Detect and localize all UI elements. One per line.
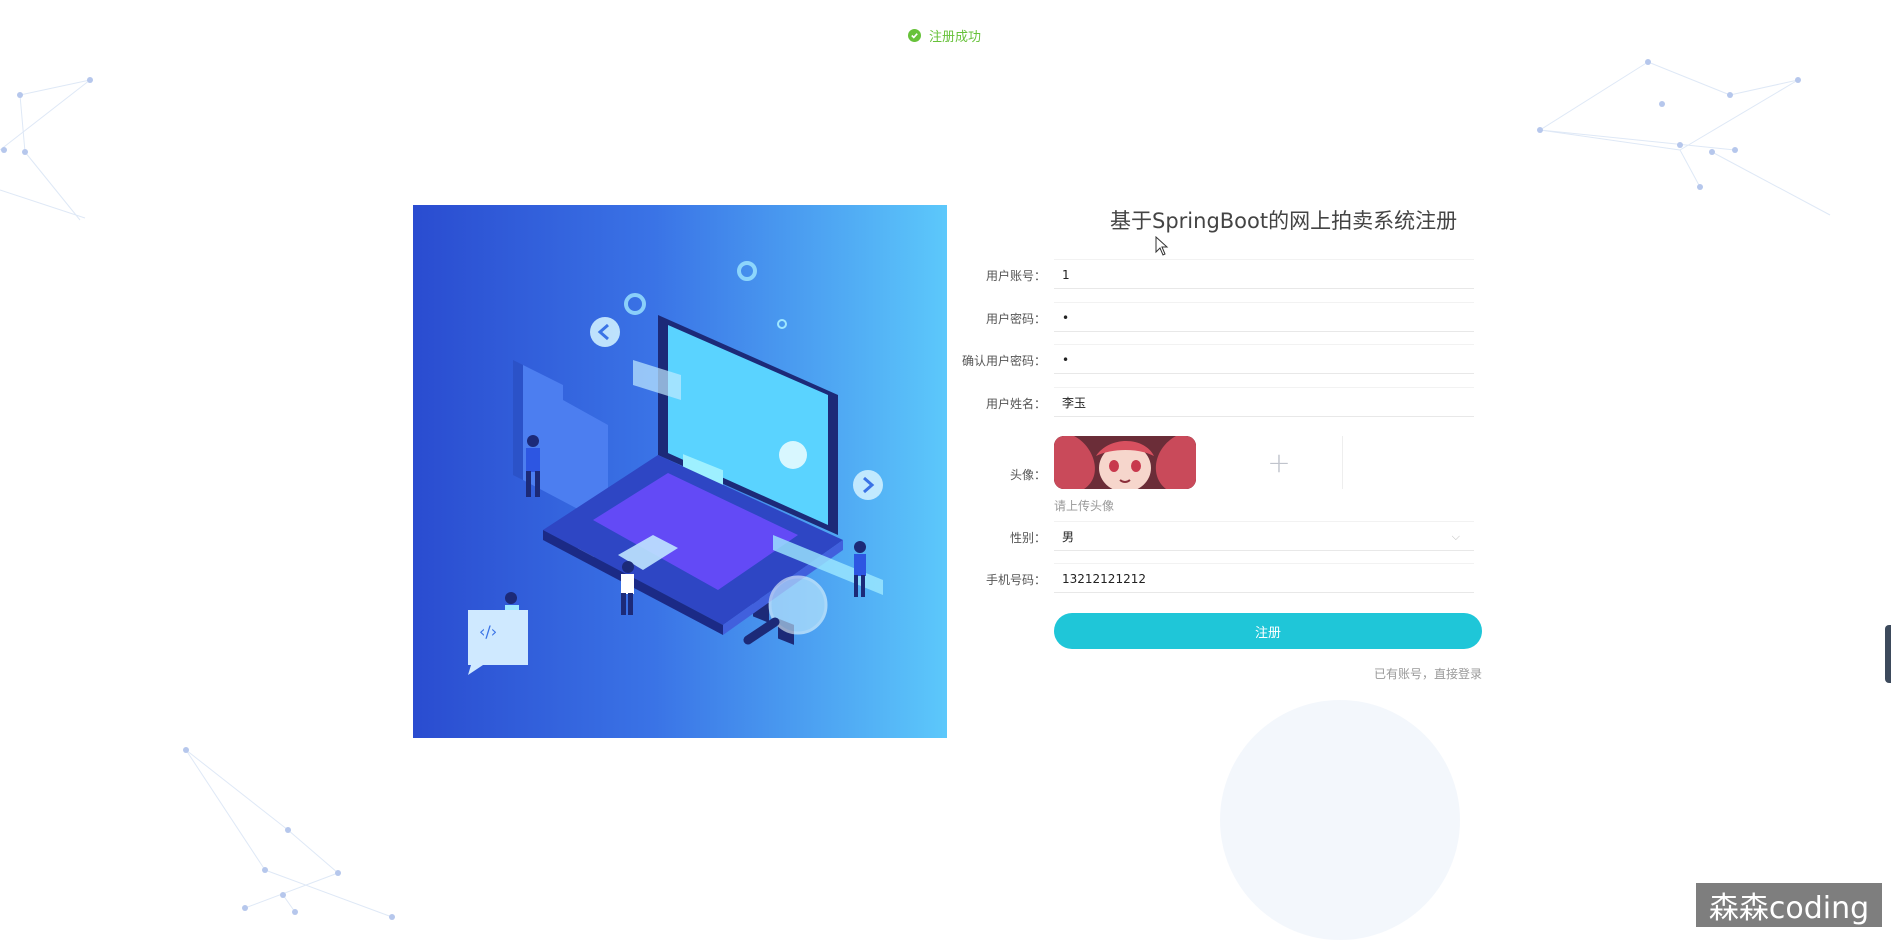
confirm-password-row: 确认用户密码： •	[950, 344, 1485, 376]
gender-row: 性别： 男 ⌵	[950, 521, 1485, 553]
chevron-down-icon: ⌵	[1451, 530, 1460, 543]
name-label: 用户姓名：	[985, 397, 1046, 411]
account-row: 用户账号： 1	[950, 259, 1485, 291]
side-tab[interactable]	[1885, 625, 1891, 683]
gender-value: 男	[1062, 530, 1075, 544]
avatar-upload-button[interactable]: +	[1216, 436, 1343, 489]
gender-select[interactable]: 男 ⌵	[1054, 521, 1474, 551]
phone-input[interactable]: 13212121212	[1054, 563, 1474, 593]
plus-icon: +	[1267, 446, 1291, 479]
login-link[interactable]: 已有账号，直接登录	[1374, 665, 1482, 682]
watermark: 森森coding	[1696, 883, 1882, 927]
password-row: 用户密码： •	[950, 302, 1485, 334]
register-illustration: ‹/›	[413, 205, 947, 738]
avatar-preview[interactable]	[1054, 436, 1196, 489]
avatar-label: 头像：	[1009, 468, 1046, 482]
mouse-cursor-icon	[1155, 236, 1169, 256]
page-title: 基于SpringBoot的网上拍卖系统注册	[1110, 209, 1458, 233]
account-label: 用户账号：	[985, 269, 1046, 283]
name-row: 用户姓名： 李玉	[950, 387, 1485, 419]
register-button[interactable]: 注册	[1054, 613, 1482, 649]
account-input[interactable]: 1	[1054, 259, 1474, 289]
avatar-hint: 请上传头像	[1054, 499, 1115, 513]
svg-text:‹/›: ‹/›	[479, 622, 497, 641]
confirm-password-label: 确认用户密码：	[961, 354, 1046, 368]
password-label: 用户密码：	[985, 312, 1046, 326]
phone-label: 手机号码：	[985, 573, 1046, 587]
confirm-password-input[interactable]: •	[1054, 344, 1474, 374]
gender-label: 性别：	[1009, 531, 1046, 545]
check-circle-icon	[908, 29, 921, 42]
name-input[interactable]: 李玉	[1054, 387, 1474, 417]
success-toast: 注册成功	[908, 26, 981, 45]
password-input[interactable]: •	[1054, 302, 1474, 332]
toast-message: 注册成功	[929, 30, 982, 45]
avatar-row: 头像： +	[950, 430, 1485, 490]
phone-row: 手机号码： 13212121212	[950, 563, 1485, 595]
